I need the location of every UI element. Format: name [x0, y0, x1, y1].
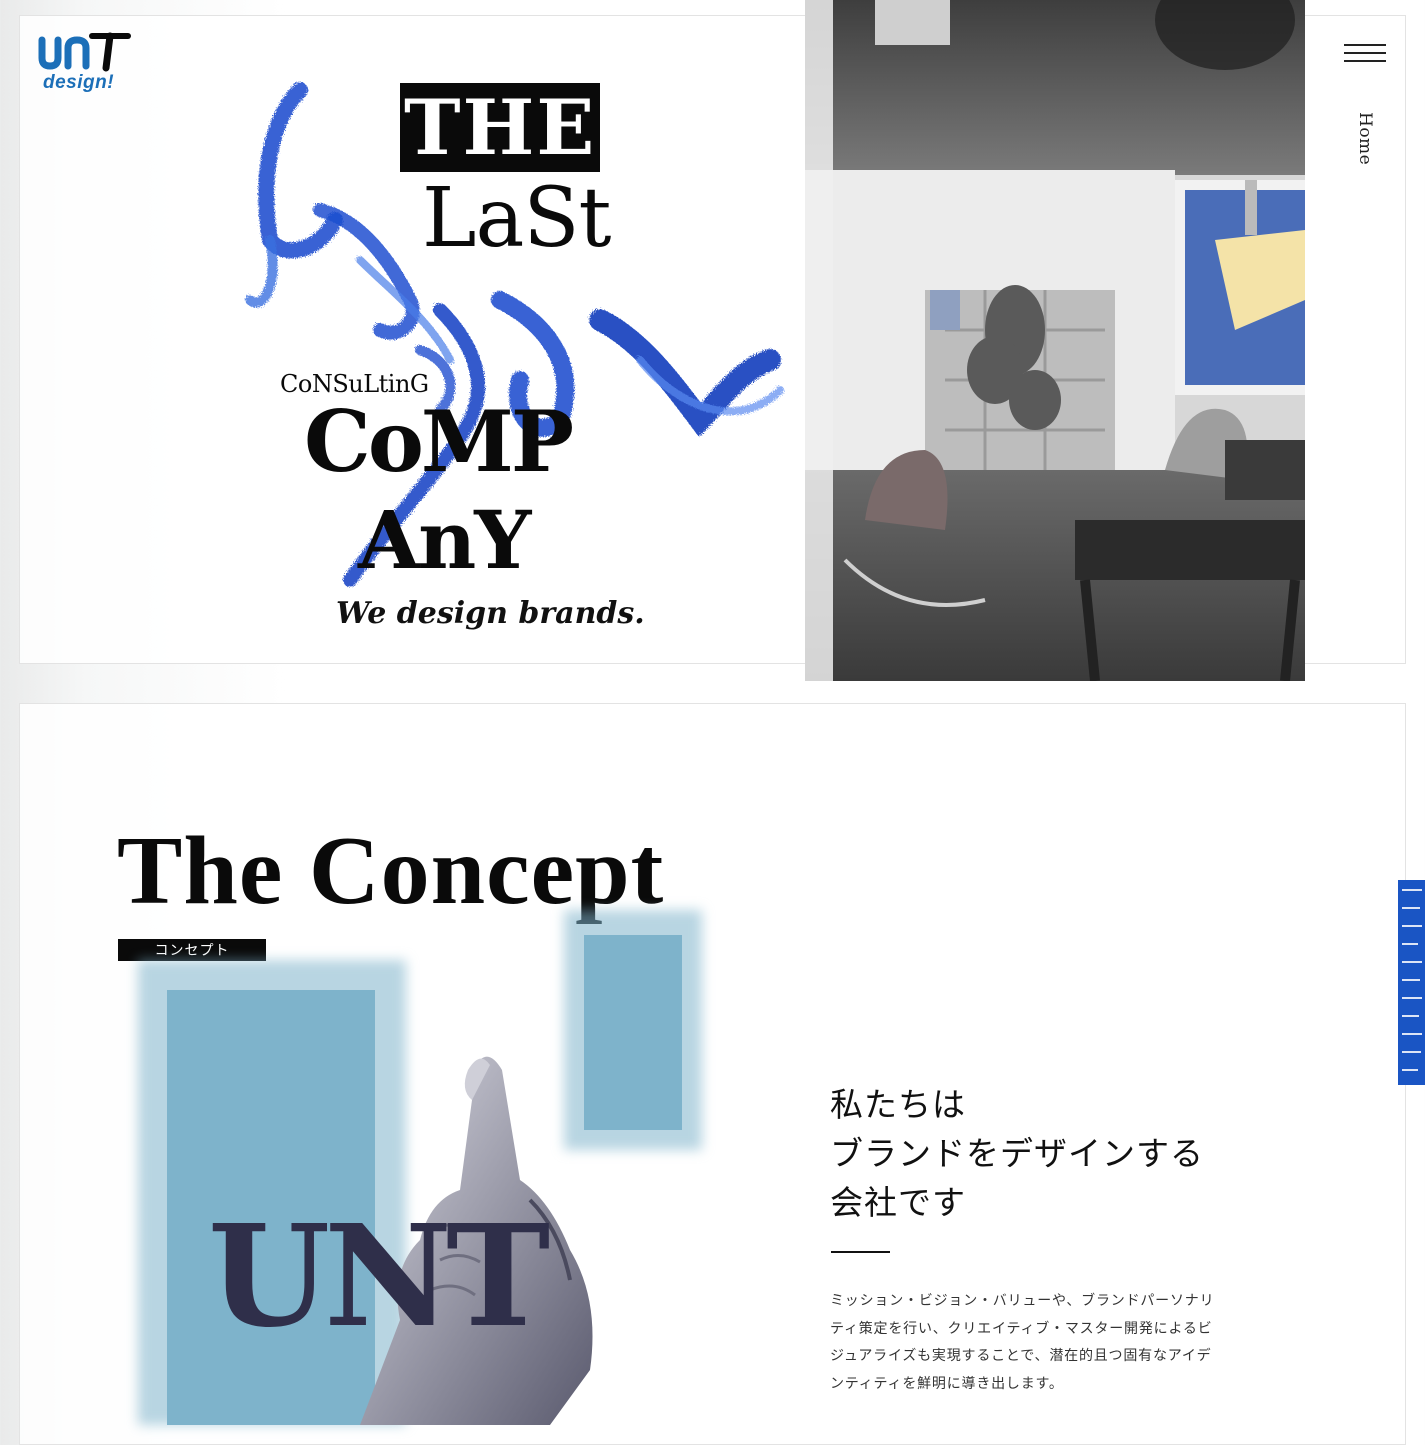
- hero-tagline: We design brands.: [336, 596, 645, 631]
- body-line: ジュアライズも実現することで、潜在的且つ固有なアイデ: [830, 1348, 1212, 1364]
- hand-illustration: UNT: [208, 1056, 593, 1425]
- concept-art-text: UNT: [208, 1195, 549, 1359]
- logo-mark-icon: [38, 32, 131, 72]
- logo-subtitle: design!: [43, 72, 115, 93]
- headline-line: ブランドをデザインする: [830, 1134, 1204, 1173]
- body-line: ンティティを鮮明に導き出します。: [830, 1375, 1064, 1392]
- office-interior-image: [805, 0, 1305, 681]
- office-photo: [805, 0, 1305, 681]
- hero-word-any: AnY: [358, 493, 531, 587]
- hamburger-menu-icon[interactable]: [1344, 40, 1386, 66]
- body-line: ティ策定を行い、クリエイティブ・マスター開発によるビ: [830, 1320, 1213, 1337]
- hero-word-the: THE: [400, 83, 601, 172]
- headline-line: 会社です: [830, 1183, 966, 1222]
- concept-hand-art: UNT: [130, 900, 730, 1425]
- current-page-label[interactable]: Home: [1355, 112, 1375, 165]
- hero-word-last: LaSt: [422, 171, 611, 266]
- blue-text-strip: [1398, 880, 1425, 1085]
- headline-line: 私たちは: [830, 1085, 966, 1124]
- hero-typography-art: THE LaSt CoNSuLtinG CoMP AnY: [240, 60, 800, 620]
- headline-divider: [831, 1251, 890, 1253]
- concept-body: ミッション・ビジョン・バリューや、ブランドパーソナリ ティ策定を行い、クリエイテ…: [830, 1288, 1250, 1398]
- site-logo[interactable]: design!: [36, 32, 132, 96]
- body-line: ミッション・ビジョン・バリューや、ブランドパーソナリ: [830, 1293, 1215, 1309]
- hero-word-comp: CoMP: [304, 392, 574, 491]
- concept-headline: 私たちは ブランドをデザインする 会社です: [830, 1080, 1204, 1227]
